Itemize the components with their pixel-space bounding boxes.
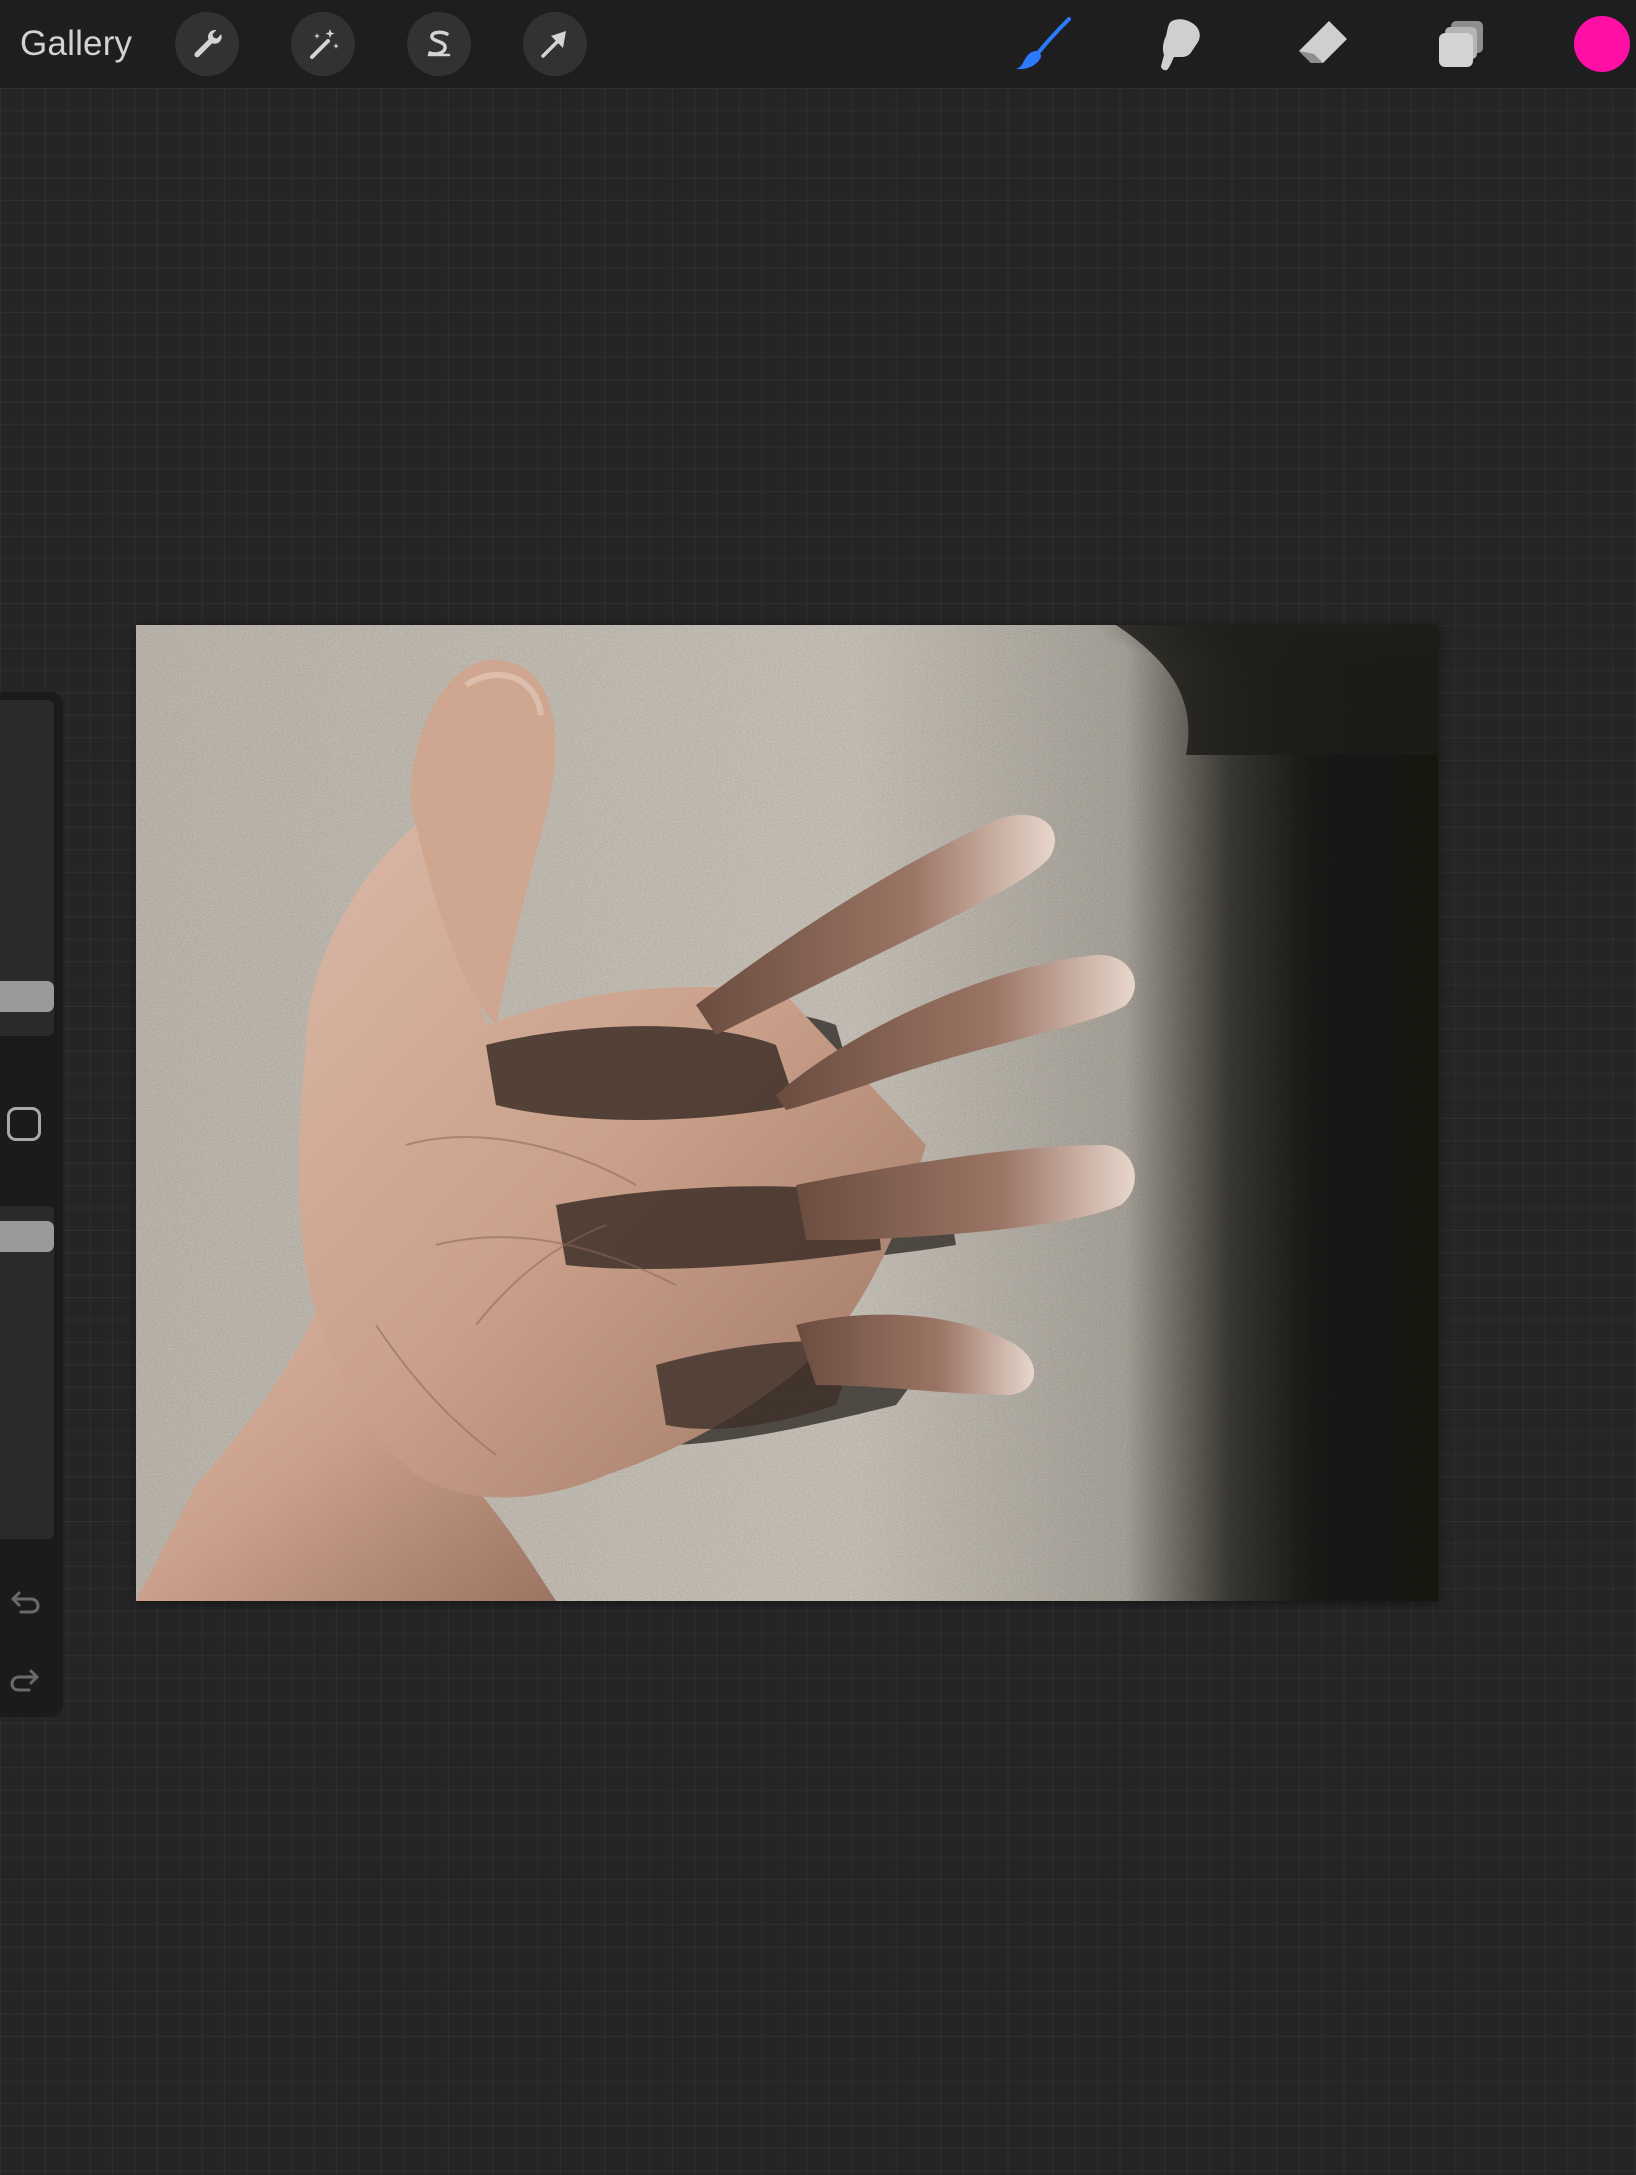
drawing-canvas[interactable] <box>136 625 1438 1601</box>
transform-button[interactable] <box>523 12 587 76</box>
gallery-button[interactable]: Gallery <box>20 20 132 68</box>
adjustments-button[interactable] <box>291 12 355 76</box>
magic-wand-icon <box>310 29 339 59</box>
smudge-finger-icon <box>1161 19 1200 71</box>
brush-opacity-slider[interactable] <box>0 1206 54 1539</box>
undo-button[interactable] <box>5 1581 45 1621</box>
brush-icon <box>1016 17 1071 70</box>
layers-icon <box>1439 21 1483 67</box>
redo-button[interactable] <box>5 1659 45 1699</box>
brush-size-thumb[interactable] <box>0 981 54 1012</box>
procreate-app: Gallery <box>0 0 1636 2175</box>
wrench-icon <box>194 29 222 58</box>
color-picker-swatch[interactable] <box>1574 16 1630 72</box>
actions-button[interactable] <box>175 12 239 76</box>
selection-s-icon <box>427 30 451 57</box>
eraser-tool-button[interactable] <box>1290 12 1354 76</box>
undo-icon <box>11 1591 40 1614</box>
smudge-tool-button[interactable] <box>1149 12 1213 76</box>
redo-icon <box>10 1669 39 1692</box>
modify-button[interactable] <box>7 1107 41 1141</box>
brush-size-slider[interactable] <box>0 700 54 1036</box>
left-sidebar <box>0 692 63 1717</box>
layers-button[interactable] <box>1430 12 1494 76</box>
top-toolbar: Gallery <box>0 0 1636 88</box>
brush-opacity-thumb[interactable] <box>0 1221 54 1252</box>
selection-button[interactable] <box>407 12 471 76</box>
arrow-cursor-icon <box>541 31 566 58</box>
eraser-icon <box>1299 21 1347 63</box>
brush-tool-button[interactable] <box>1012 12 1076 76</box>
canvas-photo <box>136 625 1438 1601</box>
